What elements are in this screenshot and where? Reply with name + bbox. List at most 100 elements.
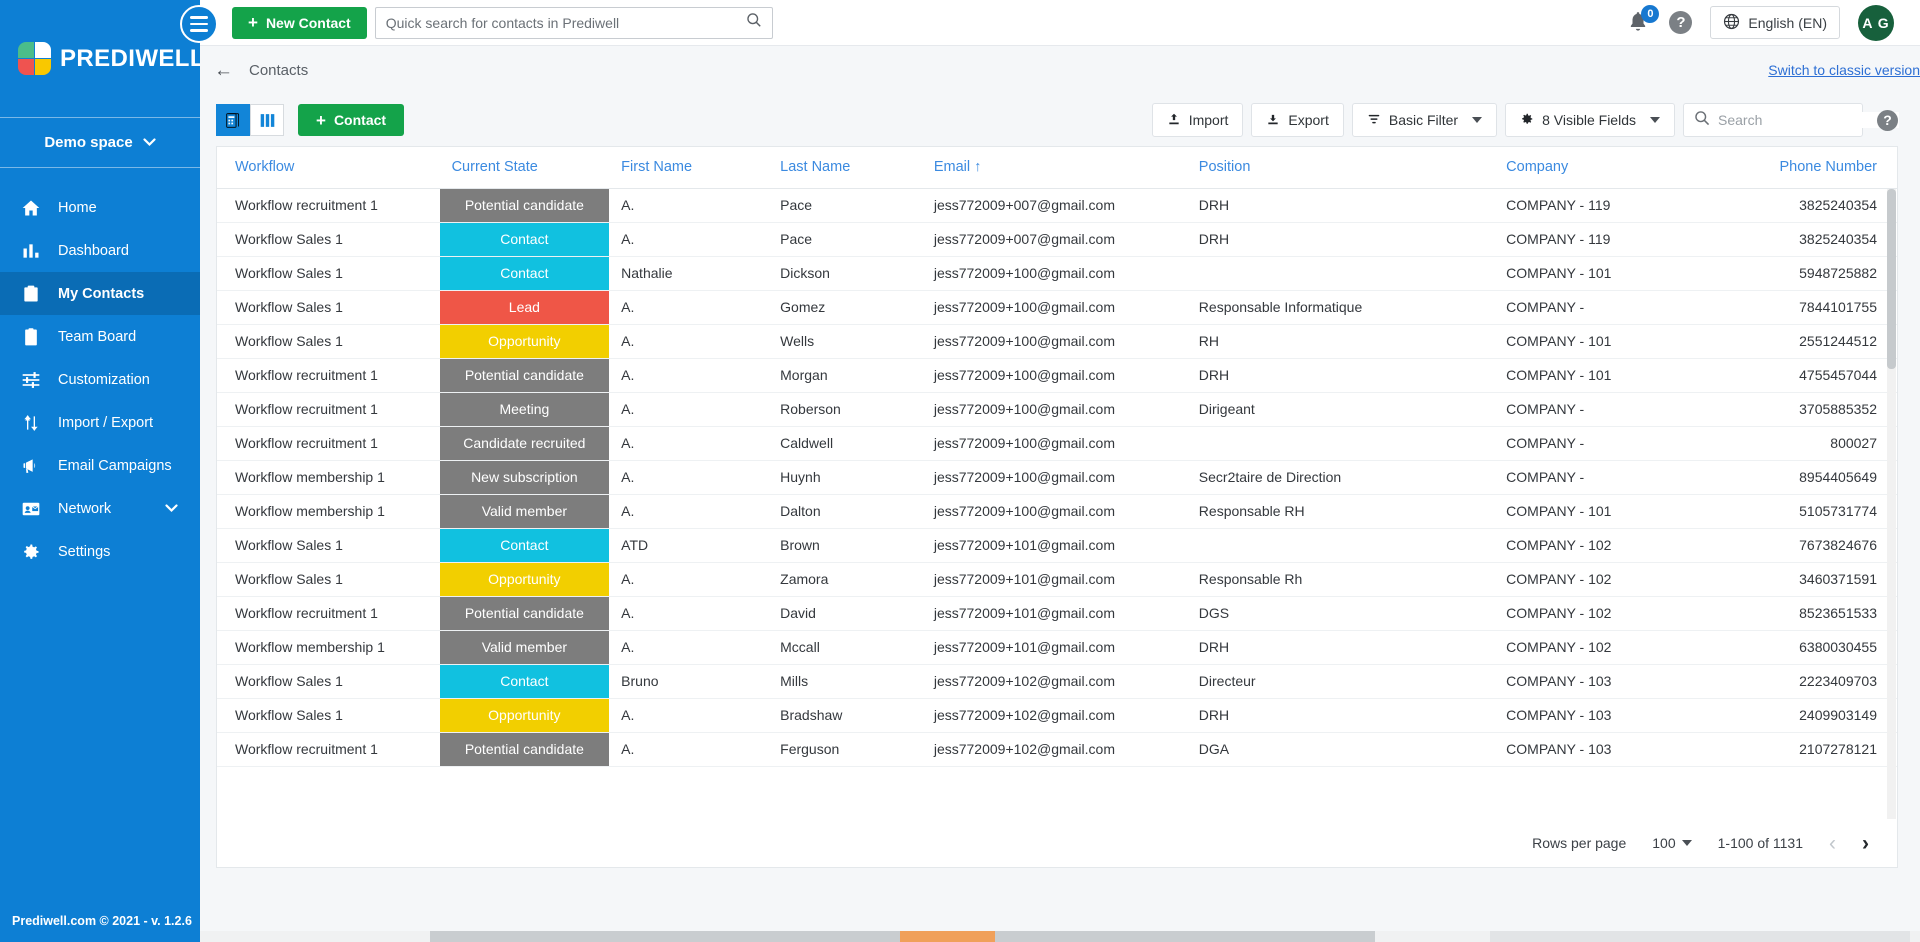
table-help-button[interactable]: ? xyxy=(1877,109,1898,131)
cell-current-state: Meeting xyxy=(439,392,610,427)
table-view-button[interactable] xyxy=(216,104,250,136)
add-contact-button[interactable]: + Contact xyxy=(298,104,405,136)
column-header-workflow[interactable]: Workflow xyxy=(217,147,440,189)
status-badge: Contact xyxy=(439,528,610,561)
language-selector[interactable]: English (EN) xyxy=(1710,6,1840,39)
visible-fields-button[interactable]: 8 Visible Fields xyxy=(1505,103,1675,137)
sidebar-item-dashboard[interactable]: Dashboard xyxy=(0,229,200,272)
menu-toggle-button[interactable] xyxy=(180,5,218,43)
cell-company: COMPANY - 102 xyxy=(1494,596,1707,631)
next-page-button[interactable]: › xyxy=(1862,833,1869,854)
export-button[interactable]: Export xyxy=(1251,103,1344,137)
table-row[interactable]: Workflow membership 1 Valid member A. Mccal… xyxy=(217,630,1897,665)
cell-company: COMPANY - 103 xyxy=(1494,698,1707,733)
column-header-email-label: Email xyxy=(933,159,971,176)
table-body: Workflow recruitment 1 Potential candidat… xyxy=(217,188,1897,767)
table-row[interactable]: Workflow recruitment 1 Meeting A. Roberson j… xyxy=(217,392,1897,427)
table-row[interactable]: Workflow Sales 1 Contact Nathalie Dickson je… xyxy=(217,256,1897,291)
cell-last-name: Pace xyxy=(768,188,922,223)
table-row[interactable]: Workflow Sales 1 Opportunity A. Bradshaw jes… xyxy=(217,698,1897,733)
cell-first-name: A. xyxy=(609,290,769,325)
status-badge: Potential candidate xyxy=(439,358,610,391)
table-row[interactable]: Workflow Sales 1 Contact ATD Brown jess77200… xyxy=(217,528,1897,563)
cell-workflow: Workflow Sales 1 xyxy=(217,562,440,597)
status-badge: Lead xyxy=(439,290,610,323)
cell-email: jess772009+100@gmail.com xyxy=(921,426,1187,461)
sidebar-item-customization[interactable]: Customization xyxy=(0,358,200,401)
add-contact-label: Contact xyxy=(333,112,387,128)
column-header-first-name[interactable]: First Name xyxy=(609,147,769,189)
cell-position: Directeur xyxy=(1186,664,1495,699)
table-row[interactable]: Workflow recruitment 1 Potential candidat… xyxy=(217,596,1897,631)
sidebar-item-label: Home xyxy=(58,199,97,216)
avatar[interactable]: A G xyxy=(1858,4,1894,41)
sidebar-item-team-board[interactable]: Team Board xyxy=(0,315,200,358)
cell-phone-number: 2551244512 xyxy=(1706,324,1897,359)
new-contact-button[interactable]: + New Contact xyxy=(232,6,367,39)
import-export-icon xyxy=(20,412,42,434)
column-header-last-name[interactable]: Last Name xyxy=(768,147,922,189)
chart-bar-icon xyxy=(20,240,42,262)
table-search-input[interactable] xyxy=(1718,112,1899,128)
table-row[interactable]: Workflow membership 1 New subscription A. H… xyxy=(217,460,1897,495)
table-row[interactable]: Workflow Sales 1 Opportunity A. Wells jess77… xyxy=(217,324,1897,359)
contacts-table-card: Workflow Current State First Name Last N… xyxy=(216,146,1898,868)
back-arrow-icon[interactable]: ← xyxy=(214,61,233,80)
cell-phone-number: 800027 xyxy=(1706,426,1897,461)
cell-workflow: Workflow Sales 1 xyxy=(217,324,440,359)
table-row[interactable]: Workflow membership 1 Valid member A. Dalto… xyxy=(217,494,1897,529)
sidebar-item-import-export[interactable]: Import / Export xyxy=(0,401,200,444)
cell-position xyxy=(1186,256,1495,291)
table-row[interactable]: Workflow recruitment 1 Potential candidat… xyxy=(217,358,1897,393)
cell-phone-number: 2107278121 xyxy=(1706,732,1897,767)
column-header-position[interactable]: Position xyxy=(1186,147,1495,189)
cell-phone-number: 5105731774 xyxy=(1706,494,1897,529)
cell-email: jess772009+102@gmail.com xyxy=(921,698,1187,733)
cell-last-name: Gomez xyxy=(768,290,922,325)
help-button[interactable]: ? xyxy=(1669,11,1693,34)
cell-company: COMPANY - 101 xyxy=(1494,256,1707,291)
rows-per-page-select[interactable]: 100 xyxy=(1652,835,1692,851)
kanban-view-button[interactable] xyxy=(250,104,284,136)
basic-filter-button[interactable]: Basic Filter xyxy=(1351,103,1498,137)
column-header-email[interactable]: Email ↑ xyxy=(921,147,1187,189)
status-badge: Candidate recruited xyxy=(439,426,610,459)
table-row[interactable]: Workflow recruitment 1 Potential candidat… xyxy=(217,188,1897,223)
sidebar-item-home[interactable]: Home xyxy=(0,186,200,229)
sidebar-item-label: Team Board xyxy=(58,328,137,345)
table-row[interactable]: Workflow Sales 1 Contact A. Pace jess772009+… xyxy=(217,222,1897,257)
table-row[interactable]: Workflow recruitment 1 Potential candidat… xyxy=(217,732,1897,767)
horizontal-scrollbar[interactable] xyxy=(200,928,1920,942)
scrollbar-thumb[interactable] xyxy=(900,931,995,942)
switch-classic-link[interactable]: Switch to classic version xyxy=(1768,62,1920,78)
column-header-current-state[interactable]: Current State xyxy=(439,147,610,189)
cell-position: DRH xyxy=(1186,188,1495,223)
sidebar-item-network[interactable]: Network xyxy=(0,487,200,530)
table-row[interactable]: Workflow Sales 1 Lead A. Gomez jess772009+10… xyxy=(217,290,1897,325)
cell-company: COMPANY - 101 xyxy=(1494,358,1707,393)
table-row[interactable]: Workflow Sales 1 Contact Bruno Mills jess772… xyxy=(217,664,1897,699)
cell-position: Responsable Rh xyxy=(1186,562,1495,597)
previous-page-button[interactable]: ‹ xyxy=(1829,833,1836,854)
table-row[interactable]: Workflow Sales 1 Opportunity A. Zamora jess7… xyxy=(217,562,1897,597)
notifications-button[interactable]: 0 xyxy=(1627,4,1660,36)
quick-search-input[interactable] xyxy=(385,14,746,31)
column-header-phone-number[interactable]: Phone Number xyxy=(1706,147,1897,189)
sidebar-item-my-contacts[interactable]: My Contacts xyxy=(0,272,200,315)
quick-search-box[interactable] xyxy=(374,6,773,39)
column-header-company[interactable]: Company xyxy=(1494,147,1707,189)
cell-workflow: Workflow Sales 1 xyxy=(217,290,440,325)
table-row[interactable]: Workflow recruitment 1 Candidate recruite… xyxy=(217,426,1897,461)
table-vertical-scrollbar[interactable] xyxy=(1887,189,1896,819)
cell-last-name: David xyxy=(768,596,922,631)
space-selector[interactable]: Demo space xyxy=(0,118,200,168)
import-button[interactable]: Import xyxy=(1151,103,1244,137)
scrollbar-thumb[interactable] xyxy=(1887,189,1896,369)
sidebar-nav: Home Dashboard My Contacts Team Board Cu… xyxy=(0,186,200,573)
cell-position: DRH xyxy=(1186,222,1495,257)
table-search-box[interactable] xyxy=(1683,103,1899,137)
sidebar-item-settings[interactable]: Settings xyxy=(0,530,200,573)
sidebar-item-email-campaigns[interactable]: Email Campaigns xyxy=(0,444,200,487)
cell-phone-number: 3460371591 xyxy=(1706,562,1897,597)
cell-first-name: Nathalie xyxy=(609,256,769,291)
